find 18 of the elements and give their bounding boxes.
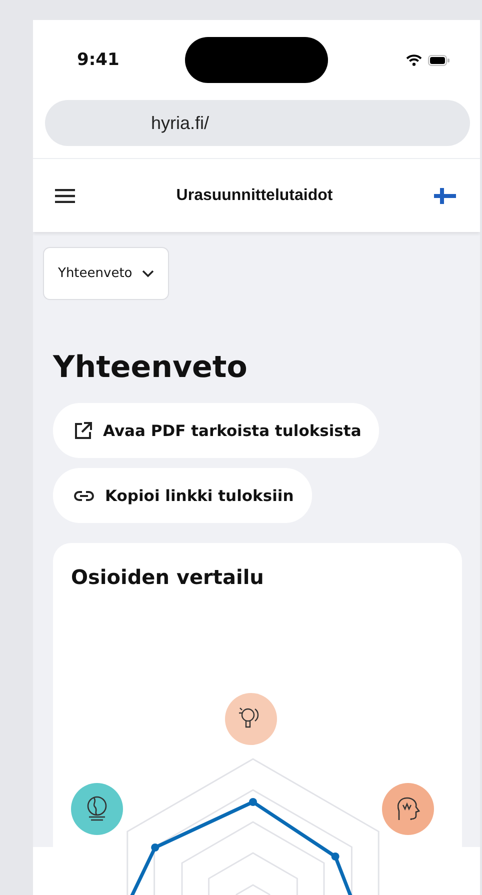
status-time: 9:41 [77,50,120,70]
page-heading: Yhteenveto [53,350,248,385]
address-bar[interactable]: hyria.fi/ [45,100,470,146]
wifi-icon [406,54,422,66]
menu-icon[interactable] [55,188,75,202]
chevron-down-icon [142,270,154,278]
lightbulb-icon [238,707,259,728]
copy-link-button[interactable]: Kopioi linkki tuloksiin [53,468,312,523]
battery-icon [428,54,450,66]
flag-icon[interactable] [434,188,456,204]
open-pdf-button[interactable]: Avaa PDF tarkoista tuloksista [53,403,380,458]
head-icon [397,797,420,820]
page-title: Urasuunnittelutaidot [176,186,333,204]
card-title: Osioiden vertailu [71,565,265,589]
link-icon [73,490,95,502]
globe-icon [87,796,107,821]
section-dropdown[interactable]: Yhteenveto [43,247,170,300]
external-link-icon [73,420,93,440]
